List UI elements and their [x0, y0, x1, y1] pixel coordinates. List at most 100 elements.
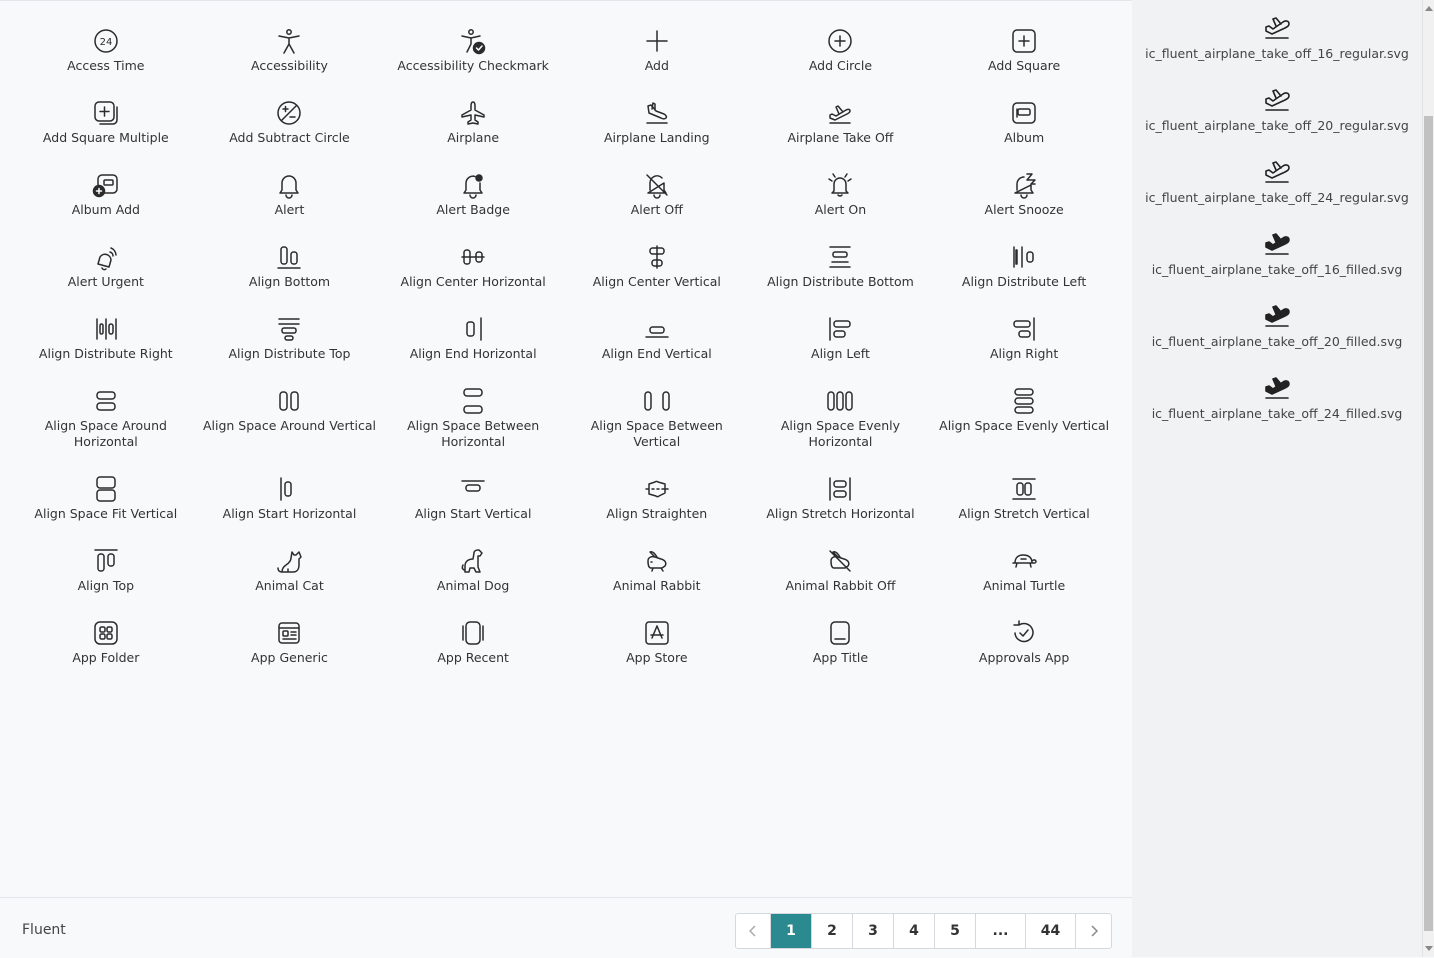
icon-tile[interactable]: Align End Horizontal	[381, 307, 565, 379]
variant-item[interactable]: ic_fluent_airplane_take_off_20_filled.sv…	[1132, 280, 1422, 352]
alert-on-icon	[824, 169, 856, 201]
icon-tile[interactable]: Align Straighten	[565, 467, 749, 539]
icon-label: Align Center Vertical	[592, 274, 721, 289]
scroll-down-arrow[interactable]	[1425, 946, 1433, 951]
icon-tile[interactable]: App Store	[565, 611, 749, 683]
icon-tile[interactable]: App Generic	[198, 611, 382, 683]
icon-tile[interactable]: Align Center Horizontal	[381, 235, 565, 307]
page-button[interactable]: ...	[976, 914, 1026, 948]
icon-label: Airplane Take Off	[787, 130, 894, 145]
icon-tile[interactable]: Alert Snooze	[932, 163, 1116, 235]
icon-tile[interactable]: Align Distribute Left	[932, 235, 1116, 307]
align-space-evenly-vertical-icon	[1008, 385, 1040, 417]
next-page-button[interactable]	[1076, 914, 1111, 948]
icon-tile[interactable]: Alert	[198, 163, 382, 235]
align-start-vertical-icon	[457, 473, 489, 505]
icon-tile[interactable]: Align End Vertical	[565, 307, 749, 379]
icon-tile[interactable]: App Recent	[381, 611, 565, 683]
icon-tile[interactable]: Alert On	[749, 163, 933, 235]
icon-tile[interactable]: Align Right	[932, 307, 1116, 379]
icon-tile[interactable]: Align Start Horizontal	[198, 467, 382, 539]
icon-label: App Recent	[437, 650, 509, 665]
icon-tile[interactable]: Animal Rabbit	[565, 539, 749, 611]
page-button[interactable]: 3	[853, 914, 894, 948]
icon-label: App Title	[812, 650, 869, 665]
scrollbar-thumb[interactable]	[1424, 116, 1433, 931]
align-distribute-right-icon	[90, 313, 122, 345]
icon-tile[interactable]: App Folder	[14, 611, 198, 683]
icon-tile[interactable]: Align Space Fit Vertical	[14, 467, 198, 539]
icon-tile[interactable]: Add Square Multiple	[14, 91, 198, 163]
variant-filename: ic_fluent_airplane_take_off_20_regular.s…	[1145, 118, 1409, 133]
icon-tile[interactable]: Album	[932, 91, 1116, 163]
icon-tile[interactable]: Accessibility Checkmark	[381, 19, 565, 91]
icon-tile[interactable]: Align Space Between Vertical	[565, 379, 749, 467]
icon-tile[interactable]: Align Top	[14, 539, 198, 611]
icon-tile[interactable]: Alert Urgent	[14, 235, 198, 307]
icon-tile[interactable]: Animal Turtle	[932, 539, 1116, 611]
add-icon	[641, 25, 673, 57]
variant-filename: ic_fluent_airplane_take_off_24_regular.s…	[1145, 190, 1409, 205]
airplane-landing-icon	[641, 97, 673, 129]
icon-tile[interactable]: Align Bottom	[198, 235, 382, 307]
icon-label: Align Space Around Horizontal	[44, 418, 167, 449]
scroll-up-arrow[interactable]	[1425, 6, 1433, 11]
icon-label: Animal Dog	[436, 578, 510, 593]
icon-label: App Generic	[251, 650, 328, 665]
animal-rabbit-icon	[641, 545, 673, 577]
icon-tile[interactable]: Add	[565, 19, 749, 91]
airplane-take-off-regular-icon	[1262, 12, 1292, 42]
icon-tile[interactable]: Align Distribute Top	[198, 307, 382, 379]
page-button[interactable]: 5	[935, 914, 976, 948]
icon-tile[interactable]: Alert Badge	[381, 163, 565, 235]
icon-tile[interactable]: Add Subtract Circle	[198, 91, 382, 163]
icon-tile[interactable]: Align Distribute Right	[14, 307, 198, 379]
variant-item[interactable]: ic_fluent_airplane_take_off_16_regular.s…	[1132, 0, 1422, 64]
page-button[interactable]: 1	[771, 914, 812, 948]
icon-tile[interactable]: Align Space Evenly Vertical	[932, 379, 1116, 467]
variant-item[interactable]: ic_fluent_airplane_take_off_16_filled.sv…	[1132, 208, 1422, 280]
icon-tile[interactable]: Align Stretch Horizontal	[749, 467, 933, 539]
icon-tile[interactable]: Align Center Vertical	[565, 235, 749, 307]
icon-label: Align Distribute Top	[228, 346, 351, 361]
prev-page-button[interactable]	[736, 914, 771, 948]
accessibility-checkmark-icon	[457, 25, 489, 57]
sidebar-scrollbar[interactable]	[1422, 0, 1434, 957]
icon-label: Alert Badge	[436, 202, 510, 217]
icon-tile[interactable]: Airplane Take Off	[749, 91, 933, 163]
variant-item[interactable]: ic_fluent_airplane_take_off_24_regular.s…	[1132, 136, 1422, 208]
icon-label: Align Space Evenly Horizontal	[780, 418, 901, 449]
icon-tile[interactable]: 24 Access Time	[14, 19, 198, 91]
page-button[interactable]: 2	[812, 914, 853, 948]
icon-tile[interactable]: App Title	[749, 611, 933, 683]
icon-tile[interactable]: Animal Rabbit Off	[749, 539, 933, 611]
icon-tile[interactable]: Approvals App	[932, 611, 1116, 683]
align-left-icon	[824, 313, 856, 345]
animal-cat-icon	[273, 545, 305, 577]
icon-tile[interactable]: Animal Cat	[198, 539, 382, 611]
icon-tile[interactable]: Align Space Around Vertical	[198, 379, 382, 467]
icon-tile[interactable]: Align Space Evenly Horizontal	[749, 379, 933, 467]
icon-tile[interactable]: Add Circle	[749, 19, 933, 91]
align-distribute-left-icon	[1008, 241, 1040, 273]
icon-tile[interactable]: Album Add	[14, 163, 198, 235]
page-button[interactable]: 44	[1026, 914, 1076, 948]
icon-tile[interactable]: Align Left	[749, 307, 933, 379]
icon-tile[interactable]: Airplane	[381, 91, 565, 163]
align-space-around-vertical-icon	[273, 385, 305, 417]
align-stretch-horizontal-icon	[824, 473, 856, 505]
page-button[interactable]: 4	[894, 914, 935, 948]
icon-tile[interactable]: Add Square	[932, 19, 1116, 91]
icon-tile[interactable]: Align Space Between Horizontal	[381, 379, 565, 467]
icon-tile[interactable]: Align Space Around Horizontal	[14, 379, 198, 467]
variant-item[interactable]: ic_fluent_airplane_take_off_24_filled.sv…	[1132, 352, 1422, 424]
icon-tile[interactable]: Airplane Landing	[565, 91, 749, 163]
icon-tile[interactable]: Align Start Vertical	[381, 467, 565, 539]
variant-sidebar: ic_fluent_airplane_take_off_16_regular.s…	[1132, 0, 1422, 957]
icon-tile[interactable]: Alert Off	[565, 163, 749, 235]
icon-tile[interactable]: Align Distribute Bottom	[749, 235, 933, 307]
icon-tile[interactable]: Animal Dog	[381, 539, 565, 611]
variant-item[interactable]: ic_fluent_airplane_take_off_20_regular.s…	[1132, 64, 1422, 136]
icon-tile[interactable]: Align Stretch Vertical	[932, 467, 1116, 539]
icon-tile[interactable]: Accessibility	[198, 19, 382, 91]
